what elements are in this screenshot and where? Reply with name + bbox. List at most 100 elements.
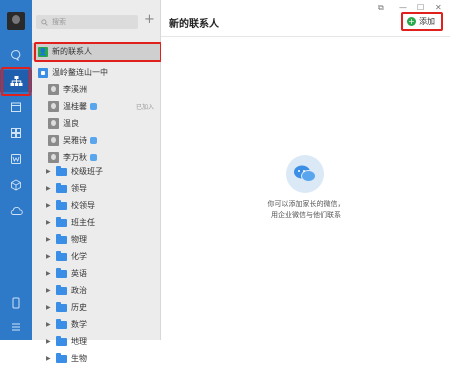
hint-line-1: 你可以添加家长的微信， — [267, 200, 345, 208]
member-row[interactable]: 李溪洲 — [32, 81, 161, 98]
member-name: 李溪洲 — [63, 85, 87, 94]
search-placeholder: 搜索 — [52, 18, 66, 26]
nav-rail — [0, 0, 32, 340]
add-plus-icon[interactable]: + — [144, 13, 155, 27]
folder-icon — [56, 352, 67, 363]
main-content: 新的联系人 ⧉ — ☐ ✕ + 添加 你可以添加家长的微信， 用企业微信与他们联… — [161, 0, 450, 340]
member-name: 温桂馨 — [63, 102, 87, 111]
folder-icon — [56, 267, 67, 278]
contacts-icon[interactable] — [0, 70, 32, 92]
page-title: 新的联系人 — [169, 19, 219, 30]
expand-arrow-icon[interactable]: ▶ — [46, 321, 54, 328]
org-label: 温岭鳌连山一中 — [52, 68, 108, 77]
member-avatar — [48, 101, 59, 112]
organization-icon — [38, 67, 48, 78]
group-name: 数学 — [71, 320, 87, 329]
member-avatar — [48, 135, 59, 146]
member-avatar — [48, 84, 59, 95]
message-icon[interactable] — [0, 44, 32, 66]
add-label: 添加 — [419, 17, 435, 26]
group-row[interactable]: ▶ 数学 — [32, 316, 161, 333]
new-contacts-label: 新的联系人 — [52, 47, 92, 56]
group-name: 英语 — [71, 269, 87, 278]
folder-icon — [56, 165, 67, 176]
group-row[interactable]: ▶ 物理 — [32, 231, 161, 248]
folder-icon — [56, 335, 67, 346]
person-add-icon: 👤 — [38, 46, 48, 57]
expand-arrow-icon[interactable]: ▶ — [46, 219, 54, 226]
folder-icon — [56, 233, 67, 244]
group-row[interactable]: ▶ 班主任 — [32, 214, 161, 231]
wechat-icon — [286, 155, 324, 193]
group-name: 政治 — [71, 286, 87, 295]
expand-arrow-icon[interactable]: ▶ — [46, 287, 54, 294]
minimize-icon[interactable]: — — [399, 3, 407, 12]
group-row[interactable]: ▶ 英语 — [32, 265, 161, 282]
group-name: 地理 — [71, 337, 87, 346]
folder-icon — [56, 318, 67, 329]
group-name: 领导 — [71, 184, 87, 193]
cube-icon[interactable] — [0, 174, 32, 196]
group-row[interactable]: ▶ 化学 — [32, 248, 161, 265]
grid-icon[interactable] — [0, 122, 32, 144]
calendar-icon[interactable] — [0, 96, 32, 118]
member-row[interactable]: 吴雅诗 — [32, 132, 161, 149]
folder-icon — [56, 199, 67, 210]
group-name: 校领导 — [71, 201, 95, 210]
expand-arrow-icon[interactable]: ▶ — [46, 355, 54, 362]
expand-arrow-icon[interactable]: ▶ — [46, 304, 54, 311]
cloud-icon[interactable] — [0, 200, 32, 222]
folder-icon — [56, 216, 67, 227]
folder-icon — [56, 301, 67, 312]
member-avatar — [48, 118, 59, 129]
plus-icon: + — [407, 17, 416, 26]
member-name: 温良 — [63, 119, 79, 128]
add-button[interactable]: + 添加 — [404, 14, 440, 29]
search-icon — [41, 18, 48, 26]
group-row[interactable]: ▶ 领导 — [32, 180, 161, 197]
phone-icon[interactable] — [0, 292, 32, 314]
header-divider — [161, 36, 450, 37]
member-row[interactable]: 温良 — [32, 115, 161, 132]
expand-arrow-icon[interactable]: ▶ — [46, 253, 54, 260]
expand-arrow-icon[interactable]: ▶ — [46, 185, 54, 192]
folder-icon — [56, 250, 67, 261]
expand-arrow-icon[interactable]: ▶ — [46, 338, 54, 345]
group-row[interactable]: ▶ 地理 — [32, 333, 161, 350]
verified-icon — [90, 137, 97, 144]
pin-icon[interactable]: ⧉ — [378, 3, 384, 13]
group-name: 校级班子 — [71, 167, 103, 176]
new-contacts-item[interactable]: 👤 新的联系人 — [32, 43, 161, 60]
group-name: 化学 — [71, 252, 87, 261]
group-name: 生物 — [71, 354, 87, 363]
avatar[interactable] — [7, 12, 25, 30]
member-avatar — [48, 152, 59, 163]
verified-icon — [90, 154, 97, 161]
folder-icon — [56, 284, 67, 295]
group-name: 物理 — [71, 235, 87, 244]
group-row[interactable]: ▶ 历史 — [32, 299, 161, 316]
search-input[interactable]: 搜索 — [36, 15, 138, 29]
folder-icon — [56, 182, 67, 193]
member-row[interactable]: 温桂馨 已加入 — [32, 98, 161, 115]
group-row[interactable]: ▶ 校级班子 — [32, 163, 161, 180]
maximize-icon[interactable]: ☐ — [417, 3, 424, 12]
member-name: 李万秋 — [63, 153, 87, 162]
group-row[interactable]: ▶ 政治 — [32, 282, 161, 299]
more-icon[interactable] — [0, 316, 32, 338]
member-status: 已加入 — [135, 104, 154, 111]
group-name: 历史 — [71, 303, 87, 312]
hint-line-2: 用企业微信与他们联系 — [271, 211, 341, 219]
group-row[interactable]: ▶ 校领导 — [32, 197, 161, 214]
expand-arrow-icon[interactable]: ▶ — [46, 270, 54, 277]
document-icon[interactable] — [0, 148, 32, 170]
expand-arrow-icon[interactable]: ▶ — [46, 236, 54, 243]
expand-arrow-icon[interactable]: ▶ — [46, 168, 54, 175]
close-icon[interactable]: ✕ — [435, 3, 442, 12]
group-name: 班主任 — [71, 218, 95, 227]
expand-arrow-icon[interactable]: ▶ — [46, 202, 54, 209]
group-row[interactable]: ▶ 生物 — [32, 350, 161, 367]
member-name: 吴雅诗 — [63, 136, 87, 145]
verified-icon — [90, 103, 97, 110]
org-item[interactable]: 温岭鳌连山一中 — [32, 64, 161, 81]
